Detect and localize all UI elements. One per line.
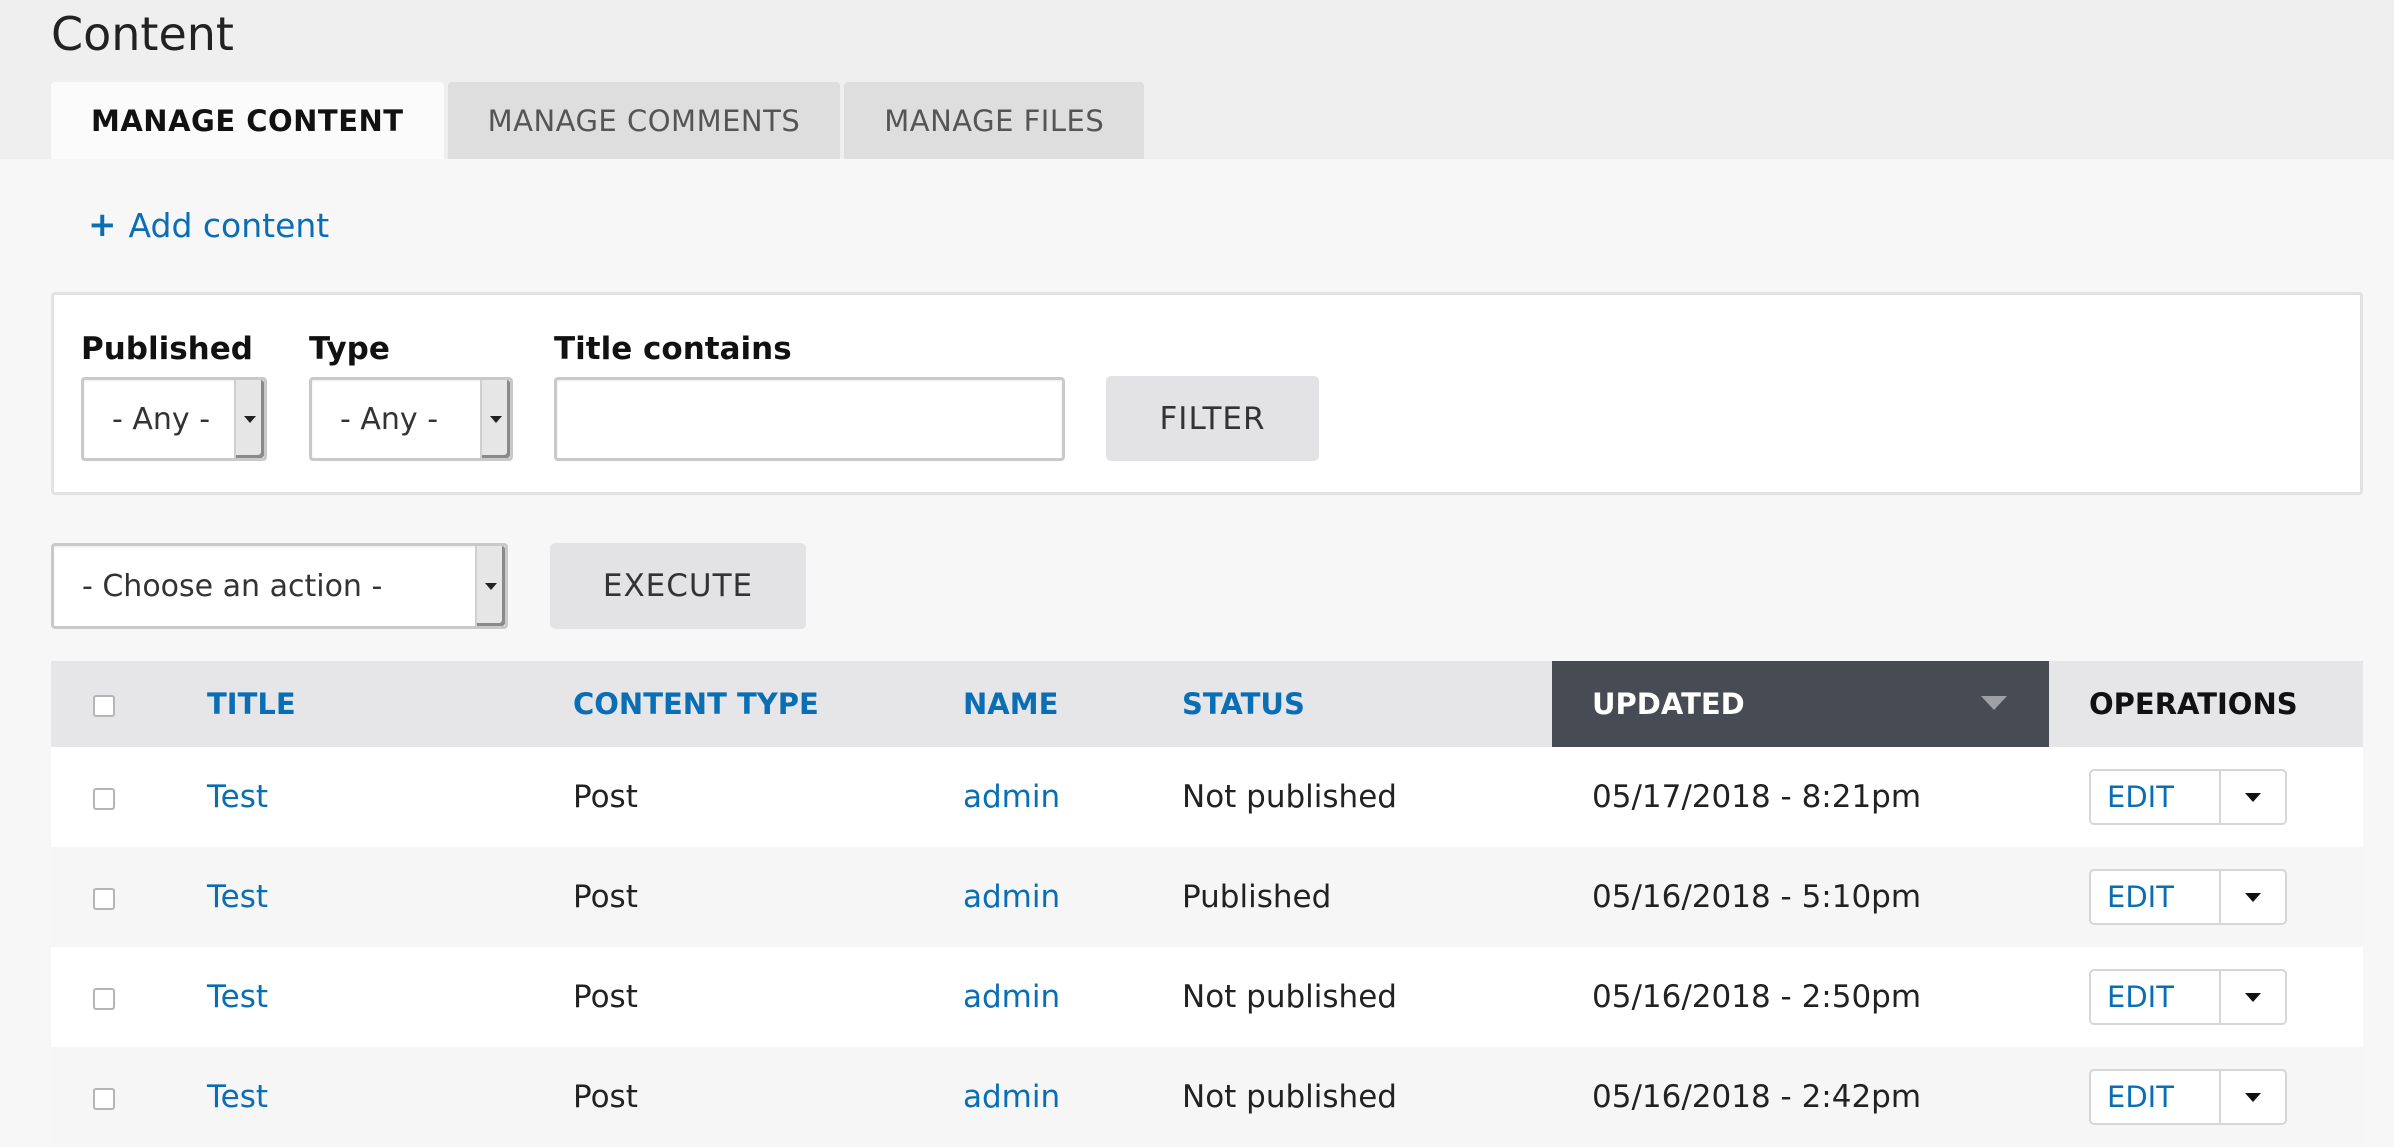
row-author-link[interactable]: admin [963, 979, 1060, 1015]
table-row: Test Post admin Not published 05/17/2018… [51, 747, 2363, 847]
operations-toggle[interactable] [2221, 1071, 2285, 1123]
row-title-link[interactable]: Test [207, 879, 268, 915]
row-content-type: Post [573, 1079, 638, 1115]
table-header-row: TITLE CONTENT TYPE NAME STATUS UPDATED O… [51, 661, 2363, 747]
execute-button[interactable]: EXECUTE [550, 543, 806, 629]
edit-button[interactable]: EDIT [2091, 871, 2221, 923]
published-select[interactable]: - Any - [81, 377, 267, 461]
operations-dropbutton: EDIT [2089, 869, 2287, 925]
row-author-link[interactable]: admin [963, 779, 1060, 815]
published-select-value: - Any - [112, 401, 211, 437]
edit-button[interactable]: EDIT [2091, 771, 2221, 823]
row-status: Published [1182, 879, 1332, 915]
row-checkbox[interactable] [93, 787, 115, 810]
chevron-down-icon [2245, 1092, 2261, 1102]
edit-button[interactable]: EDIT [2091, 1071, 2221, 1123]
row-updated: 05/16/2018 - 2:50pm [1592, 979, 1922, 1015]
tab-manage-comments[interactable]: MANAGE COMMENTS [447, 82, 841, 159]
row-updated: 05/16/2018 - 2:42pm [1592, 1079, 1922, 1115]
row-status: Not published [1182, 1079, 1397, 1115]
content-table: TITLE CONTENT TYPE NAME STATUS UPDATED O… [51, 661, 2363, 1147]
row-title-link[interactable]: Test [207, 979, 268, 1015]
filter-panel: Published - Any - Type - Any - Title con… [51, 292, 2363, 495]
column-header-title[interactable]: TITLE [207, 661, 573, 747]
row-title-link[interactable]: Test [207, 1079, 268, 1115]
row-author-link[interactable]: admin [963, 879, 1060, 915]
select-all-checkbox[interactable] [93, 695, 115, 717]
row-status: Not published [1182, 979, 1397, 1015]
operations-dropbutton: EDIT [2089, 969, 2287, 1025]
content-table-wrap: TITLE CONTENT TYPE NAME STATUS UPDATED O… [51, 661, 2363, 1147]
tab-manage-content[interactable]: MANAGE CONTENT [51, 82, 444, 159]
row-content-type: Post [573, 879, 638, 915]
type-select-value: - Any - [340, 401, 439, 437]
add-content-link[interactable]: + Add content [88, 205, 329, 245]
select-all-cell [51, 661, 207, 747]
row-content-type: Post [573, 979, 638, 1015]
chevron-down-icon [2245, 892, 2261, 902]
chevron-down-icon [480, 380, 510, 458]
primary-tabs: MANAGE CONTENT MANAGE COMMENTS MANAGE FI… [51, 82, 1148, 159]
column-header-operations: OPERATIONS [2089, 687, 2298, 721]
published-label: Published [81, 331, 253, 367]
operations-dropbutton: EDIT [2089, 769, 2287, 825]
plus-icon: + [88, 205, 117, 245]
row-checkbox[interactable] [93, 1087, 115, 1110]
operations-toggle[interactable] [2221, 971, 2285, 1023]
chevron-down-icon [234, 380, 264, 458]
row-updated: 05/16/2018 - 5:10pm [1592, 879, 1922, 915]
table-row: Test Post admin Not published 05/16/2018… [51, 947, 2363, 1047]
chevron-down-icon [475, 546, 505, 626]
column-header-name[interactable]: NAME [963, 661, 1182, 747]
bulk-action-select[interactable]: - Choose an action - [51, 543, 508, 629]
operations-dropbutton: EDIT [2089, 1069, 2287, 1125]
table-row: Test Post admin Published 05/16/2018 - 5… [51, 847, 2363, 947]
column-header-updated[interactable]: UPDATED [1552, 661, 2049, 747]
bulk-action-select-value: - Choose an action - [82, 568, 383, 604]
chevron-down-icon [2245, 992, 2261, 1002]
column-header-status[interactable]: STATUS [1182, 661, 1552, 747]
table-row: Test Post admin Not published 05/16/2018… [51, 1047, 2363, 1147]
sort-descending-icon [1981, 696, 2007, 710]
row-status: Not published [1182, 779, 1397, 815]
page-title: Content [51, 7, 234, 61]
operations-toggle[interactable] [2221, 871, 2285, 923]
filter-button[interactable]: FILTER [1106, 376, 1319, 461]
row-checkbox[interactable] [93, 987, 115, 1010]
row-title-link[interactable]: Test [207, 779, 268, 815]
add-content-label: Add content [128, 205, 330, 245]
tab-manage-files[interactable]: MANAGE FILES [844, 82, 1145, 159]
row-updated: 05/17/2018 - 8:21pm [1592, 779, 1922, 815]
chevron-down-icon [2245, 792, 2261, 802]
title-contains-input[interactable] [554, 377, 1065, 461]
column-header-content-type[interactable]: CONTENT TYPE [573, 661, 963, 747]
type-label: Type [309, 331, 390, 367]
row-author-link[interactable]: admin [963, 1079, 1060, 1115]
operations-toggle[interactable] [2221, 771, 2285, 823]
column-header-updated-label: UPDATED [1592, 687, 1745, 721]
row-content-type: Post [573, 779, 638, 815]
type-select[interactable]: - Any - [309, 377, 513, 461]
edit-button[interactable]: EDIT [2091, 971, 2221, 1023]
title-contains-label: Title contains [554, 331, 792, 367]
row-checkbox[interactable] [93, 887, 115, 910]
